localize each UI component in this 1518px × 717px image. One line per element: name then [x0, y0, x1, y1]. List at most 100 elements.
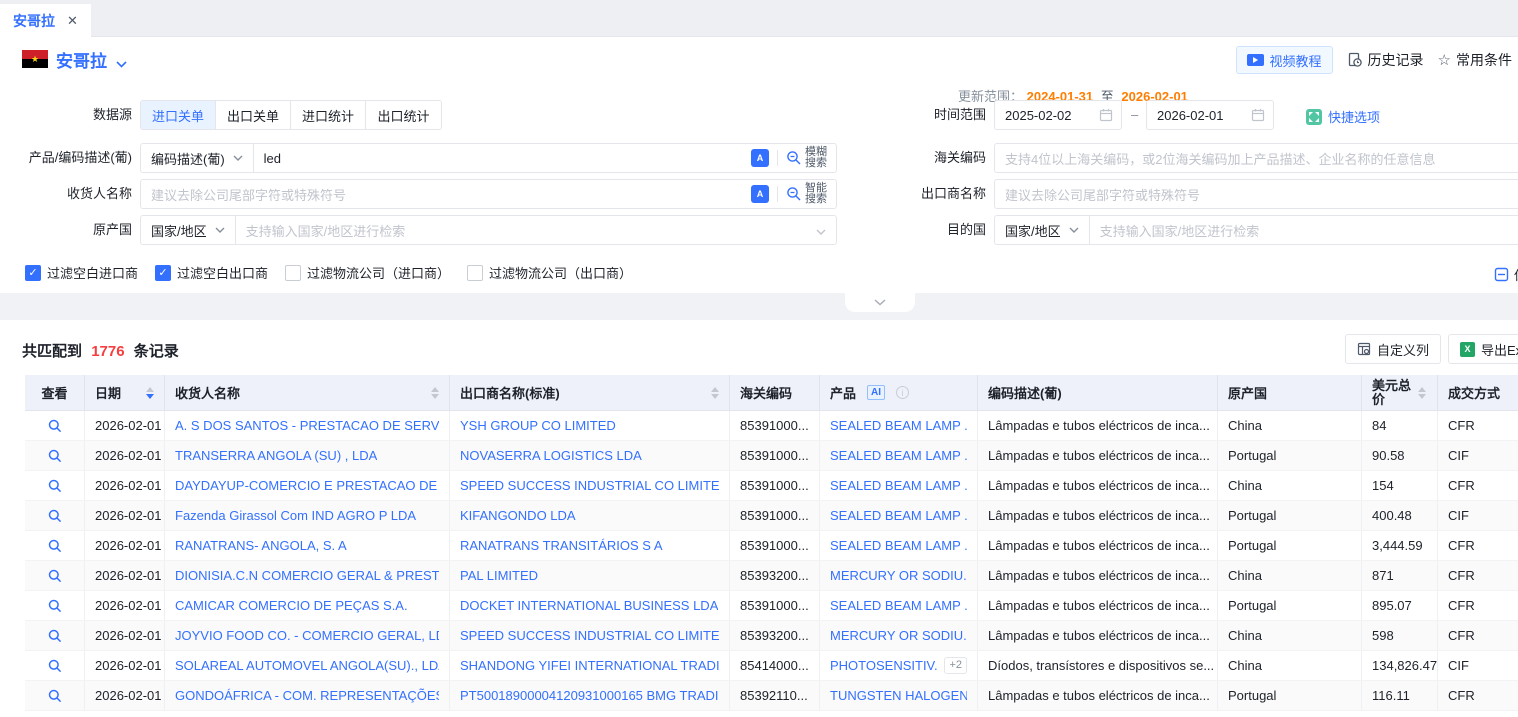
view-record-button[interactable] [48, 449, 62, 463]
product-link[interactable]: SEALED BEAM LAMP ... [830, 418, 967, 433]
destination-country-input[interactable]: 支持输入国家/地区进行检索 [1090, 221, 1518, 240]
exporter-link[interactable]: SPEED SUCCESS INDUSTRIAL CO LIMITED [460, 628, 719, 643]
consignee-link[interactable]: DIONISIA.C.N COMERCIO GERAL & PRESTA... [175, 568, 439, 583]
info-icon[interactable]: i [896, 386, 909, 399]
exporter-link[interactable]: PAL LIMITED [460, 568, 538, 583]
checkbox[interactable]: ✓ [25, 265, 41, 281]
view-record-button[interactable] [48, 479, 62, 493]
consignee-input[interactable]: 建议去除公司尾部字符或特殊符号 [141, 185, 751, 204]
product-link[interactable]: SEALED BEAM LAMP ... [830, 508, 967, 523]
product-field-select-value: 编码描述(葡) [151, 149, 225, 168]
close-icon[interactable]: ✕ [67, 13, 78, 29]
video-tutorial-button[interactable]: 视频教程 [1236, 46, 1333, 74]
consignee-cell: RANATRANS- ANGOLA, S. A [165, 531, 450, 560]
smart-search-button[interactable]: 智能搜索 [786, 183, 828, 205]
exporter-link[interactable]: PT50018900004120931000165 BMG TRADI... [460, 688, 719, 703]
checkbox[interactable]: ✓ [155, 265, 171, 281]
country-title[interactable]: 安哥拉 [56, 47, 107, 72]
sort-control-date[interactable] [146, 387, 154, 399]
product-search-input[interactable]: led [254, 151, 751, 166]
product-link[interactable]: SEALED BEAM LAMP ... [830, 598, 967, 613]
checkbox[interactable] [285, 265, 301, 281]
view-record-button[interactable] [48, 539, 62, 553]
translate-icon[interactable]: A [751, 149, 769, 167]
date-start-input[interactable]: 2025-02-02 [994, 100, 1122, 130]
tab-angola[interactable]: 安哥拉 ✕ [0, 4, 91, 37]
chevron-down-icon[interactable] [816, 223, 826, 238]
exporter-link[interactable]: YSH GROUP CO LIMITED [460, 418, 616, 433]
history-button[interactable]: 历史记录 [1347, 50, 1424, 70]
filter-checkbox-item[interactable]: ✓过滤空白出口商 [155, 263, 268, 282]
consignee-link[interactable]: SOLAREAL AUTOMOVEL ANGOLA(SU)., LDA [175, 658, 439, 673]
product-more-badge[interactable]: +2 [944, 657, 967, 674]
view-record-button[interactable] [48, 659, 62, 673]
consignee-link[interactable]: RANATRANS- ANGOLA, S. A [175, 538, 347, 553]
destination-type-select[interactable]: 国家/地区 [995, 216, 1090, 244]
consignee-link[interactable]: Fazenda Girassol Com IND AGRO P LDA [175, 508, 416, 523]
product-link[interactable]: SEALED BEAM LAMP ... [830, 448, 967, 463]
date-end-input[interactable]: 2026-02-01 [1146, 100, 1274, 130]
exporter-cell: SPEED SUCCESS INDUSTRIAL CO LIMITED [450, 471, 730, 500]
origin-cell: Portugal [1218, 441, 1362, 470]
quick-options-button[interactable]: 快捷选项 [1306, 107, 1380, 126]
collapse-filters-button[interactable] [845, 293, 915, 312]
product-field-select[interactable]: 编码描述(葡) [141, 144, 254, 172]
consignee-link[interactable]: CAMICAR COMERCIO DE PEÇAS S.A. [175, 598, 408, 613]
origin-country-input[interactable]: 支持输入国家/地区进行检索 [236, 221, 816, 240]
price-cell: 134,826.47 [1362, 651, 1438, 680]
exporter-link[interactable]: DOCKET INTERNATIONAL BUSINESS LDA [460, 598, 718, 613]
customize-columns-button[interactable]: 自定义列 [1345, 334, 1441, 364]
consignee-link[interactable]: A. S DOS SANTOS - PRESTACAO DE SERVIC... [175, 418, 439, 433]
view-record-button[interactable] [48, 569, 62, 583]
exporter-link[interactable]: SPEED SUCCESS INDUSTRIAL CO LIMITED [460, 478, 719, 493]
save-condition-button[interactable]: 保存条件 [1494, 265, 1518, 284]
fuzzy-search-button[interactable]: 模糊搜索 [786, 147, 828, 169]
export-excel-button[interactable]: X 导出Excel [1448, 334, 1518, 364]
sort-control-exporter[interactable] [711, 387, 719, 399]
checkbox[interactable] [467, 265, 483, 281]
sort-control-price[interactable] [1418, 387, 1426, 399]
filter-checkbox-item[interactable]: 过滤物流公司（出口商） [467, 263, 632, 282]
datasource-tab[interactable]: 进口统计 [291, 101, 366, 129]
exporter-link[interactable]: NOVASERRA LOGISTICS LDA [460, 448, 642, 463]
calendar-icon [1099, 108, 1113, 122]
product-link[interactable]: PHOTOSENSITIV... [830, 658, 938, 673]
view-record-button[interactable] [48, 689, 62, 703]
incoterm-cell: CFR [1438, 681, 1518, 710]
translate-icon[interactable]: A [751, 185, 769, 203]
consignee-link[interactable]: TRANSERRA ANGOLA (SU) , LDA [175, 448, 377, 463]
product-link[interactable]: TUNGSTEN HALOGEN... [830, 688, 967, 703]
view-record-button[interactable] [48, 419, 62, 433]
product-link[interactable]: SEALED BEAM LAMP ... [830, 478, 967, 493]
exporter-input[interactable]: 建议去除公司尾部字符或特殊符号 [995, 185, 1518, 204]
origin-type-select[interactable]: 国家/地区 [141, 216, 236, 244]
hs-code-input[interactable]: 支持4位以上海关编码，或2位海关编码加上产品描述、企业名称的任意信息 [995, 149, 1518, 168]
view-record-button[interactable] [48, 629, 62, 643]
favorites-button[interactable]: ☆ 常用条件 [1438, 50, 1512, 70]
datasource-tab[interactable]: 出口关单 [216, 101, 291, 129]
results-panel: 共匹配到 1776 条记录 自定义列 X 导出Excel 查看 日期 收货人名称 [0, 320, 1518, 717]
chevron-down-icon [1069, 227, 1079, 233]
exporter-link[interactable]: KIFANGONDO LDA [460, 508, 576, 523]
datasource-tab[interactable]: 出口统计 [366, 101, 441, 129]
consignee-link[interactable]: JOYVIO FOOD CO. - COMERCIO GERAL, LDA [175, 628, 439, 643]
product-label: 产品/编码描述(葡) [0, 143, 132, 173]
description-cell: Lâmpadas e tubos eléctricos de inca... [978, 681, 1218, 710]
exporter-link[interactable]: RANATRANS TRANSITÁRIOS S A [460, 538, 663, 553]
exporter-cell: SHANDONG YIFEI INTERNATIONAL TRADIN... [450, 651, 730, 680]
filter-checkbox-item[interactable]: ✓过滤空白进口商 [25, 263, 138, 282]
fuzzy-search-label: 模糊搜索 [805, 147, 828, 169]
view-record-button[interactable] [48, 599, 62, 613]
consignee-link[interactable]: GONDOÁFRICA - COM. REPRESENTAÇÕES ... [175, 688, 439, 703]
col-origin-country: 原产国 [1218, 375, 1362, 410]
product-link[interactable]: MERCURY OR SODIU... [830, 568, 967, 583]
product-link[interactable]: MERCURY OR SODIU... [830, 628, 967, 643]
product-link[interactable]: SEALED BEAM LAMP ... [830, 538, 967, 553]
consignee-link[interactable]: DAYDAYUP-COMERCIO E PRESTACAO DE S... [175, 478, 439, 493]
sort-control-consignee[interactable] [431, 387, 439, 399]
datasource-tab[interactable]: 进口关单 [141, 101, 216, 129]
chevron-down-icon[interactable] [116, 56, 127, 71]
filter-checkbox-item[interactable]: 过滤物流公司（进口商） [285, 263, 450, 282]
exporter-link[interactable]: SHANDONG YIFEI INTERNATIONAL TRADIN... [460, 658, 719, 673]
view-record-button[interactable] [48, 509, 62, 523]
